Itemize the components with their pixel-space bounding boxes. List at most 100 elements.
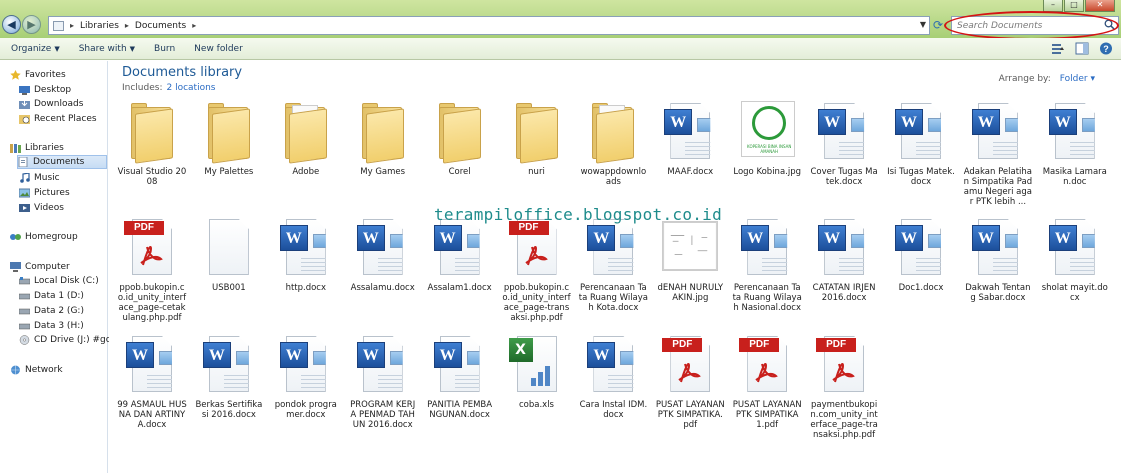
nav-documents[interactable]: Documents [17, 155, 107, 169]
nav-computer[interactable]: Computer [10, 260, 70, 274]
file-name: ppob.bukopin.co.id_unity_interface_page-… [117, 283, 187, 323]
chevron-down-icon[interactable]: ▼ [920, 20, 926, 29]
file-name: PUSAT LAYANAN PTK SIMPATIKA1.pdf [732, 400, 802, 430]
file-item[interactable]: W Isi Tugas Matek.docx [886, 101, 956, 187]
arrange-by-dropdown[interactable]: Folder ▾ [1060, 74, 1095, 84]
word-glyph: W [202, 342, 231, 368]
file-item[interactable]: dENAH NURULYAKIN.jpg [655, 217, 725, 303]
music-icon [20, 173, 30, 183]
nav-videos[interactable]: Videos [19, 201, 64, 215]
file-item[interactable]: KOPERASI BINA INSAN AMANAH Logo Kobina.jp… [732, 101, 802, 177]
file-item[interactable]: W Dakwah Tentang Sabar.docx [963, 217, 1033, 303]
change-view-icon[interactable] [1051, 42, 1065, 55]
includes-locations-link[interactable]: 2 locations [166, 83, 215, 93]
nav-label: Libraries [25, 143, 64, 153]
file-name: Perencanaan Tata Ruang Wilayah Kota.docx [578, 283, 649, 313]
file-item[interactable]: Wpondok programer.docx [271, 334, 341, 420]
nav-favorites[interactable]: Favorites [10, 68, 66, 82]
file-item[interactable]: Xcoba.xls [502, 334, 572, 410]
word-glyph: W [664, 109, 693, 135]
nav-data1[interactable]: Data 1 (D:) [19, 289, 84, 303]
chevron-right-icon[interactable]: ▸ [70, 21, 74, 30]
breadcrumb-libraries[interactable]: Libraries [80, 21, 119, 31]
nav-desktop[interactable]: Desktop [19, 83, 71, 97]
organize-button[interactable]: Organize ▼ [11, 44, 69, 54]
file-item[interactable]: W Doc1.docx [886, 217, 956, 293]
file-item[interactable]: PDF PUSAT LAYANAN PTK SIMPATIKA.pdf [655, 334, 725, 430]
file-item[interactable]: Whttp.docx [271, 217, 341, 293]
file-item[interactable]: Adobe [271, 101, 341, 177]
file-item[interactable]: nuri [502, 101, 572, 177]
new-folder-button[interactable]: New folder [194, 44, 252, 54]
file-item[interactable]: Visual Studio 2008 [117, 101, 187, 187]
maximize-button[interactable]: □ [1064, 0, 1084, 12]
preview-pane-icon[interactable] [1075, 42, 1089, 55]
file-item[interactable]: PDF PUSAT LAYANAN PTK SIMPATIKA1.pdf [732, 334, 802, 430]
file-item[interactable]: W PROGRAM KERJA PENMAD TAHUN 2016.docx [348, 334, 418, 430]
share-with-button[interactable]: Share with ▼ [79, 44, 144, 54]
pdf-document-icon: PDF [816, 334, 872, 396]
nav-libraries[interactable]: Libraries [10, 141, 64, 155]
file-name: Adakan Pelatihan Simpatika Padamu Negeri… [963, 167, 1033, 207]
file-item[interactable]: Corel [425, 101, 495, 177]
file-item[interactable]: W Perencanaan Tata Ruang Wilayah Nasional… [732, 217, 802, 313]
back-button[interactable]: ◀ [2, 15, 21, 34]
file-item[interactable]: W CATATAN IRJEN 2016.docx [809, 217, 879, 303]
word-document-icon: W [355, 217, 411, 279]
close-button[interactable]: ✕ [1085, 0, 1115, 12]
word-document-icon: W [585, 334, 641, 396]
file-item[interactable]: W Adakan Pelatihan Simpatika Padamu Neger… [963, 101, 1033, 207]
file-item[interactable]: W Assalam1.docx [425, 217, 495, 293]
nav-homegroup[interactable]: Homegroup [10, 230, 78, 244]
chevron-right-icon[interactable]: ▸ [125, 21, 129, 30]
nav-network[interactable]: Network [10, 363, 63, 377]
nav-pictures[interactable]: Pictures [19, 186, 70, 200]
file-item[interactable]: PDF ppob.bukopin.co.id_unity_interface_pa… [117, 217, 187, 323]
file-item[interactable]: W Masika Lamaran.doc [1040, 101, 1110, 187]
file-item[interactable]: W PANITIA PEMBANGUNAN.docx [425, 334, 495, 420]
nav-label: Computer [25, 262, 70, 272]
refresh-icon[interactable]: ⟳ [931, 16, 945, 35]
nav-recent-places[interactable]: Recent Places [19, 112, 97, 126]
nav-data2[interactable]: Data 2 (G:) [19, 304, 84, 318]
file-name: nuri [528, 167, 545, 177]
file-item[interactable]: W Cover Tugas Matek.docx [809, 101, 879, 187]
nav-data3[interactable]: Data 3 (H:) [19, 319, 84, 333]
file-item[interactable]: W Berkas Sertifikasi 2016.docx [194, 334, 264, 420]
file-name: Dakwah Tentang Sabar.docx [965, 283, 1031, 303]
forward-button[interactable]: ▶ [22, 15, 41, 34]
library-icon [53, 20, 64, 31]
help-icon[interactable]: ? [1099, 42, 1113, 55]
nav-label: Videos [34, 203, 64, 213]
folder-icon [509, 101, 565, 164]
nav-downloads[interactable]: Downloads [19, 97, 83, 111]
file-item[interactable]: My Games [348, 101, 418, 177]
file-item[interactable]: W Perencanaan Tata Ruang Wilayah Kota.doc… [578, 217, 648, 313]
breadcrumb-documents[interactable]: Documents [135, 21, 186, 31]
file-item[interactable]: W Assalamu.docx [348, 217, 418, 293]
file-item[interactable]: Wsholat mayit.docx [1040, 217, 1110, 303]
burn-button[interactable]: Burn [154, 44, 184, 54]
file-name: Assalam1.docx [427, 283, 492, 293]
word-glyph: W [356, 225, 385, 251]
nav-music[interactable]: Music [19, 171, 60, 185]
file-item[interactable]: USB001 [194, 217, 264, 293]
file-item[interactable]: W MAAF.docx [655, 101, 725, 177]
nav-local-disk[interactable]: Local Disk (C:) [19, 274, 99, 288]
file-item[interactable]: W 99 ASMAUL HUSNA DAN ARTINYA.docx [117, 334, 187, 430]
arrange-value: Folder [1059, 74, 1088, 84]
computer-icon [10, 262, 21, 272]
file-name: Corel [448, 167, 471, 177]
file-name: Cover Tugas Matek.docx [810, 167, 878, 187]
includes-line: Includes: 2 locations [122, 83, 215, 93]
file-item[interactable]: W Cara Instal IDM.docx [578, 334, 648, 420]
library-title: Documents library [122, 65, 243, 80]
address-bar[interactable]: ▸ Libraries ▸ Documents ▸ ▼ [48, 16, 930, 35]
file-item[interactable]: wowappdownloads [578, 101, 648, 187]
file-item[interactable]: PDF paymentbukopin.com_unity_interface_pa… [809, 334, 879, 440]
chevron-right-icon[interactable]: ▸ [192, 21, 196, 30]
file-item[interactable]: My Palettes [194, 101, 264, 177]
file-item[interactable]: PDF ppob.bukopin.co.id_unity_interface_pa… [502, 217, 572, 323]
word-glyph: W [587, 225, 616, 251]
minimize-button[interactable]: – [1043, 0, 1063, 12]
